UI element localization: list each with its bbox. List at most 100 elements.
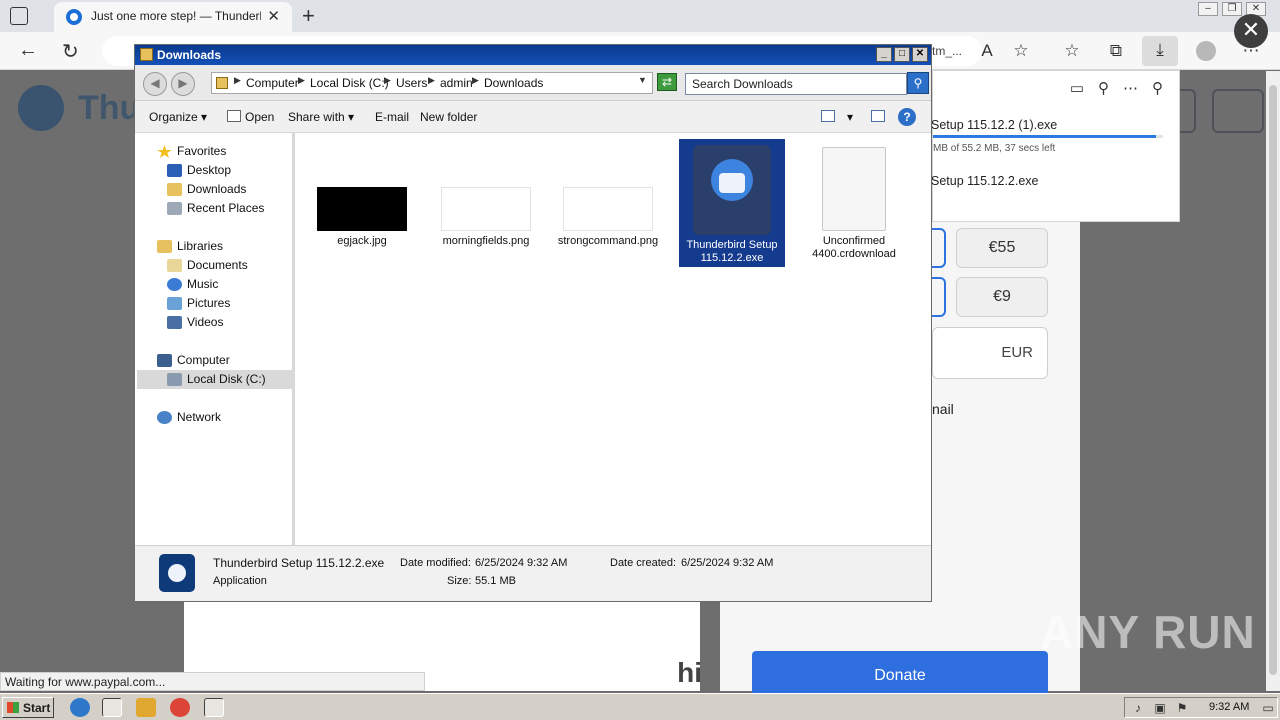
start-button[interactable]: Start [2,697,54,718]
envelope-icon [719,173,745,193]
tree-libraries[interactable]: Libraries [157,237,223,256]
chevron-right-icon[interactable]: ▶ [234,75,241,86]
tree-documents[interactable]: Documents [167,256,248,275]
explorer-close-button[interactable]: ✕ [912,47,928,62]
tree-downloads[interactable]: Downloads [167,180,246,199]
open-folder-icon[interactable]: ▭ [1070,79,1084,97]
chrome-icon[interactable] [170,698,190,717]
breadcrumb-users[interactable]: Users [396,76,427,90]
tree-music-label: Music [187,277,219,291]
scrollbar-thumb[interactable] [1269,85,1277,675]
show-desktop-icon[interactable]: ▭ [1261,701,1275,715]
tree-desktop[interactable]: Desktop [167,161,231,180]
tree-favorites[interactable]: Favorites [157,142,226,161]
media-player-icon[interactable] [136,698,156,717]
tree-network-label: Network [177,410,222,424]
favorites-icon[interactable]: ☆ [1061,41,1083,61]
download-progress-bar [933,135,1163,138]
currency-value: EUR [1001,344,1033,361]
profile-icon[interactable] [1196,41,1216,61]
chevron-right-icon[interactable]: ▶ [298,75,305,86]
forward-icon[interactable]: ▶ [171,72,195,96]
search-icon[interactable]: ⚲ [907,72,929,94]
email-button[interactable]: E-mail [375,110,409,124]
volume-icon[interactable]: ♪ [1131,701,1145,715]
back-icon[interactable]: ← [18,39,38,62]
preview-pane-icon[interactable] [871,110,885,122]
search-icon[interactable]: ⚲ [1098,79,1109,97]
explorer-minimize-button[interactable]: _ [876,47,892,62]
back-icon[interactable]: ◀ [143,72,167,96]
breadcrumb-admin[interactable]: admin [440,76,473,90]
open-button[interactable]: Open [245,110,274,124]
file-item-morningfields[interactable]: morningfields.png [433,187,539,248]
recent-places-icon [167,202,182,215]
tab-close-icon[interactable]: ✕ [267,7,280,25]
edge-taskbar-icon[interactable] [204,698,224,717]
views-dropdown-icon[interactable]: ▾ [847,110,853,124]
new-tab-button[interactable]: + [302,3,315,29]
collections-icon[interactable]: ⧉ [1105,41,1127,61]
chevron-down-icon[interactable]: ▼ [638,75,647,85]
breadcrumb-computer[interactable]: Computer [246,76,299,90]
explorer-window-controls: _ □ ✕ [876,47,928,62]
computer-icon [157,354,172,367]
chevron-right-icon[interactable]: ▶ [428,75,435,86]
page-scrollbar[interactable] [1266,71,1280,691]
chevron-right-icon[interactable]: ▶ [472,75,479,86]
refresh-icon[interactable]: ⇄ [657,73,677,91]
flag-icon[interactable]: ⚑ [1175,701,1189,715]
download-item-2-name[interactable]: Setup 115.12.2.exe [931,174,1039,188]
amount-55-button[interactable]: €55 [956,228,1048,268]
browser-tab[interactable]: Just one more step! — Thunderbird ✕ [54,2,292,32]
amount-9-button[interactable]: €9 [956,277,1048,317]
tree-network[interactable]: Network [157,408,221,427]
explorer-title-bar[interactable]: Downloads _ □ ✕ [135,45,931,65]
breadcrumb-local-disk[interactable]: Local Disk (C:) [310,76,389,90]
new-folder-button[interactable]: New folder [420,110,477,124]
file-item-crdownload[interactable]: Unconfirmed 4400.crdownload [801,147,907,261]
url-fragment: tm_... [932,44,963,58]
file-name: Unconfirmed 4400.crdownload [812,235,896,260]
close-overlay-icon[interactable]: ✕ [1234,14,1268,48]
refresh-icon[interactable]: ↻ [62,39,79,64]
chevron-right-icon[interactable]: ▶ [384,75,391,86]
tree-pictures[interactable]: Pictures [167,294,230,313]
explorer-maximize-button[interactable]: □ [894,47,910,62]
help-icon[interactable]: ? [898,108,916,126]
pin-icon[interactable]: ⚲ [1152,79,1163,97]
tree-libraries-label: Libraries [177,239,224,253]
views-icon[interactable] [821,110,835,122]
ie-icon[interactable] [70,698,90,717]
tree-videos[interactable]: Videos [167,313,223,332]
more-options-icon[interactable]: ⋯ [1123,79,1138,97]
share-with-button[interactable]: Share with ▾ [288,110,354,124]
page-header-button-2[interactable] [1212,89,1264,133]
read-aloud-icon[interactable]: A [976,41,998,61]
add-favorite-icon[interactable]: ☆ [1010,41,1032,61]
file-item-egjack[interactable]: egjack.jpg [309,187,415,248]
tree-local-disk[interactable]: Local Disk (C:) [137,370,293,389]
breadcrumb-downloads[interactable]: Downloads [484,76,543,90]
file-item-thunderbird-setup[interactable]: Thunderbird Setup 115.12.2.exe [679,139,785,267]
network-tray-icon[interactable]: ▣ [1153,701,1167,715]
downloads-icon[interactable]: ⤓ [1142,36,1178,66]
download-item-1-name[interactable]: Setup 115.12.2 (1).exe [931,118,1057,132]
search-input[interactable]: Search Downloads [685,73,907,95]
taskbar: Start ♪ ▣ ⚑ 9:32 AM ▭ [0,693,1280,720]
organize-button[interactable]: Organize ▾ [149,110,207,124]
file-item-strongcommand[interactable]: strongcommand.png [555,187,661,248]
breadcrumb[interactable]: ▶ Computer ▶ Local Disk (C:) ▶ Users ▶ a… [211,72,653,94]
minimize-button[interactable]: – [1198,2,1218,16]
restore-button[interactable]: ❐ [1222,2,1242,16]
tree-documents-label: Documents [187,258,248,272]
tab-actions-icon[interactable] [10,7,28,25]
tab-title: Just one more step! — Thunderbird [91,9,261,23]
explorer-taskbar-icon[interactable] [102,698,122,717]
local-disk-icon [167,373,182,386]
currency-select[interactable]: EUR [932,327,1048,379]
tree-computer[interactable]: Computer [157,351,230,370]
tree-recent-places[interactable]: Recent Places [167,199,264,218]
details-size: 55.1 MB [475,575,516,587]
tree-music[interactable]: Music [167,275,218,294]
